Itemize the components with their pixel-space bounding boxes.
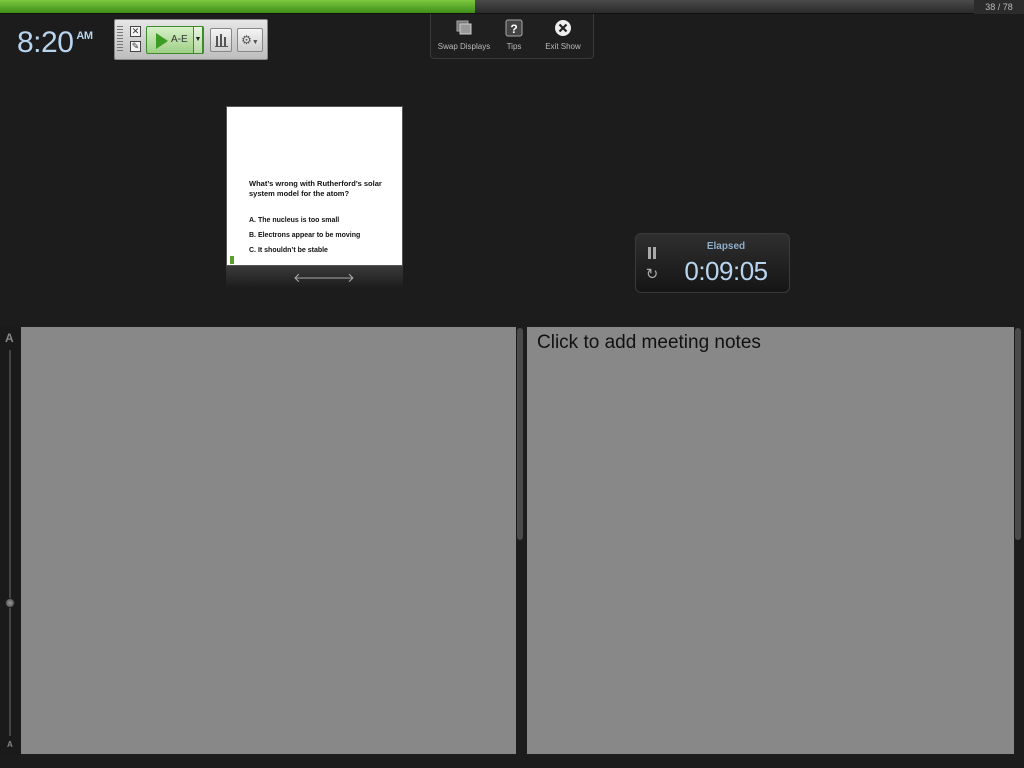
slide-option-b: B. Electrons appear to be moving <box>249 232 361 239</box>
reset-timer-icon[interactable]: ↻ <box>644 267 660 283</box>
timer-value: 0:09:05 <box>684 256 768 286</box>
font-size-small-label: A <box>7 740 13 749</box>
close-icon[interactable]: ✕ <box>130 26 141 37</box>
help-icon: ? <box>505 19 523 37</box>
swap-displays-icon <box>456 20 472 35</box>
slide-navigation: 🡐 🡒 <box>226 266 403 290</box>
slide-counter: 38 / 78 <box>974 0 1024 14</box>
close-circle-icon <box>555 20 571 36</box>
slide-option-a: A. The nucleus is too small <box>249 217 340 224</box>
progress-remaining <box>475 0 974 13</box>
swap-displays-label: Swap Displays <box>437 42 491 51</box>
meeting-notes-placeholder[interactable]: Click to add meeting notes <box>537 332 761 354</box>
exit-show-button[interactable]: Exit Show <box>533 18 593 51</box>
next-slide-preview[interactable]: What’s wrong with Rutherford’s solar sys… <box>226 106 403 266</box>
current-time: 8:20 AM <box>17 26 93 60</box>
chevron-down-icon: ▼ <box>251 39 259 46</box>
tips-label: Tips <box>506 42 522 51</box>
clicker-toolbar: ✕ ✎ A-E ▼ ⚙▼ <box>114 19 268 60</box>
meeting-notes-scrollbar[interactable] <box>1015 328 1021 540</box>
show-results-button[interactable] <box>210 28 232 52</box>
notes-font-size-slider: A A <box>0 326 20 756</box>
timer-label: Elapsed <box>706 241 746 252</box>
slide-marker-icon <box>230 256 234 264</box>
slide-option-c: C. It shouldn’t be stable <box>249 247 328 254</box>
play-icon <box>156 33 168 49</box>
pause-icon[interactable] <box>646 247 658 260</box>
slide-progress-bar: 38 / 78 <box>0 0 1024 14</box>
notes-pane-scrollbar[interactable] <box>517 328 523 540</box>
svg-text:?: ? <box>510 22 517 36</box>
clock-time: 8:20 <box>17 26 74 59</box>
bar-chart-icon <box>215 34 228 47</box>
edit-icon[interactable]: ✎ <box>130 41 141 52</box>
font-size-track[interactable] <box>9 350 11 736</box>
elapsed-timer: ↻ Elapsed 0:09:05 <box>635 233 790 293</box>
dropdown-arrow-icon: ▼ <box>194 36 202 43</box>
poll-type-label: A-E <box>171 34 188 45</box>
font-size-large-label: A <box>5 331 14 345</box>
poll-type-dropdown[interactable]: ▼ <box>193 26 203 54</box>
settings-button[interactable]: ⚙▼ <box>237 28 263 52</box>
presenter-notes-pane[interactable] <box>21 327 516 754</box>
toolbar-drag-handle[interactable] <box>117 26 123 53</box>
next-slide-arrow-icon[interactable]: 🡒 <box>320 270 355 286</box>
slide-question: What’s wrong with Rutherford’s solar sys… <box>249 179 382 198</box>
presenter-top-menu: Swap Displays ? Tips Exit Show <box>430 14 594 59</box>
progress-fill <box>0 0 475 13</box>
clock-ampm: AM <box>76 30 93 42</box>
gear-icon: ⚙ <box>241 33 252 47</box>
font-size-slider-handle[interactable] <box>5 598 15 608</box>
previous-slide-arrow-icon[interactable]: 🡐 <box>293 270 328 286</box>
meeting-notes-pane[interactable]: Click to add meeting notes <box>527 327 1014 754</box>
exit-show-label: Exit Show <box>545 42 581 51</box>
